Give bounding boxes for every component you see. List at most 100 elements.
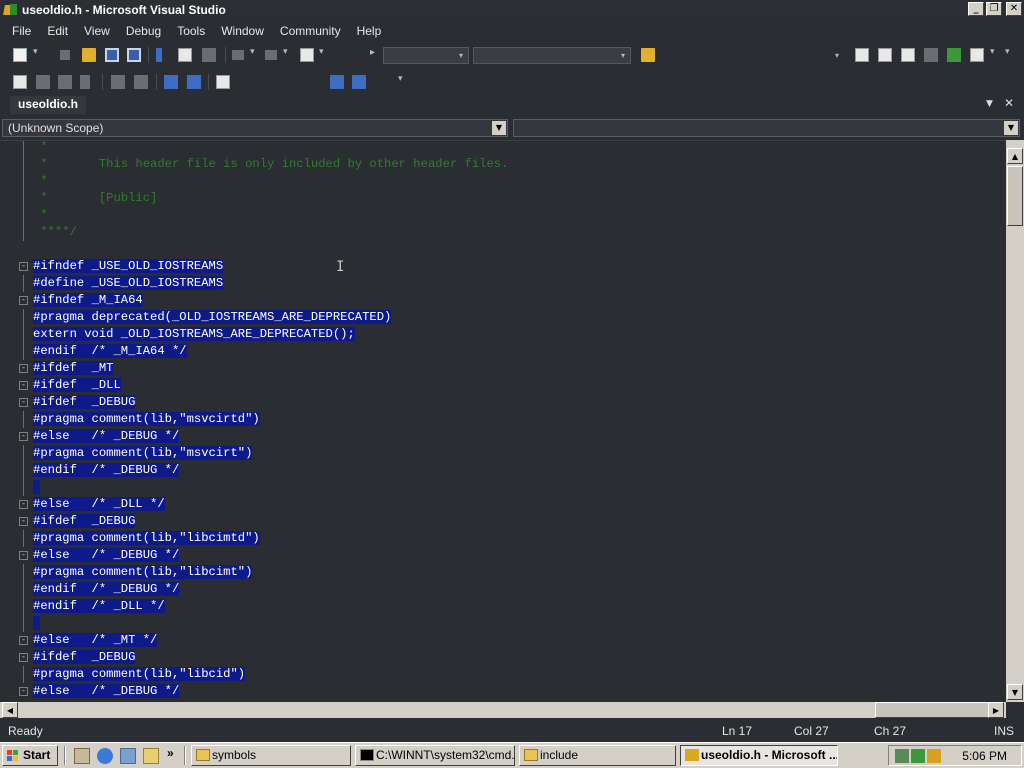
minimize-button[interactable]: _ [968, 2, 984, 16]
horizontal-scroll-thumb[interactable] [875, 702, 990, 718]
undo-icon[interactable] [232, 50, 244, 60]
code-line[interactable]: #endif /* _DEBUG */ [33, 462, 180, 479]
task-button-cmd[interactable]: C:\WINNT\system32\cmd... [355, 745, 515, 766]
show-desktop-icon[interactable] [74, 748, 90, 764]
chevron-down-icon[interactable]: ▾ [990, 47, 1004, 61]
collapse-region-icon[interactable]: - [19, 687, 28, 696]
parameter-info-icon[interactable] [36, 75, 50, 89]
code-line[interactable]: #else /* _DEBUG */ [33, 683, 180, 700]
redo-icon[interactable] [265, 50, 277, 60]
comment-line[interactable]: * [33, 141, 47, 156]
save-all-icon[interactable] [127, 48, 141, 62]
code-line[interactable]: #endif /* _M_IA64 */ [33, 343, 187, 360]
code-editor[interactable]: * * This header file is only included by… [0, 140, 1006, 702]
uncomment-lines-icon[interactable] [187, 75, 201, 89]
task-button-symbols[interactable]: symbols [191, 745, 351, 766]
complete-word-icon[interactable] [80, 75, 90, 89]
comment-line[interactable]: * [33, 173, 47, 190]
command-window-icon[interactable] [970, 48, 984, 62]
code-line[interactable]: #ifdef _MT [33, 360, 114, 377]
task-button-visual-studio[interactable]: useoldio.h - Microsoft ... [680, 745, 838, 766]
collapse-region-icon[interactable]: - [19, 500, 28, 509]
quick-info-icon[interactable] [58, 75, 72, 89]
find-combo[interactable]: ▾ [660, 47, 845, 64]
toolbar-options-icon[interactable]: ▾ [398, 74, 412, 88]
open-file-icon[interactable] [82, 48, 96, 62]
collapse-region-icon[interactable]: - [19, 262, 28, 271]
decrease-indent-icon[interactable] [111, 75, 125, 89]
scroll-right-icon[interactable]: ▶ [988, 702, 1004, 718]
internet-explorer-icon[interactable] [97, 748, 113, 764]
code-line[interactable] [33, 479, 41, 496]
class-view-icon[interactable] [924, 48, 938, 62]
code-line[interactable]: #pragma comment(lib,"libcimtd") [33, 530, 260, 547]
horizontal-scrollbar[interactable]: ◀ ▶ [0, 702, 1006, 718]
toolbar-options-icon[interactable]: ▾ [1005, 47, 1019, 61]
toolbox-icon[interactable] [901, 48, 915, 62]
code-line[interactable]: #pragma deprecated(_OLD_IOSTREAMS_ARE_DE… [33, 309, 392, 326]
menu-window[interactable]: Window [213, 24, 272, 38]
tab-useoldio[interactable]: useoldio.h [10, 96, 86, 114]
vertical-scroll-thumb[interactable] [1007, 166, 1023, 226]
collapse-region-icon[interactable]: - [19, 381, 28, 390]
active-files-dropdown-icon[interactable]: ▼ [986, 99, 993, 109]
start-page-icon[interactable] [947, 48, 961, 62]
code-line[interactable]: #ifndef _USE_OLD_IOSTREAMS [33, 258, 224, 275]
paste-icon[interactable] [202, 48, 216, 62]
increase-indent-icon[interactable] [134, 75, 148, 89]
code-line[interactable]: #ifdef _DEBUG [33, 513, 136, 530]
code-line[interactable]: #else /* _DEBUG */ [33, 547, 180, 564]
code-line[interactable]: #ifdef _DEBUG [33, 649, 136, 666]
menu-debug[interactable]: Debug [118, 24, 169, 38]
code-line[interactable]: #pragma comment(lib,"msvcirtd") [33, 411, 260, 428]
scope-combo[interactable]: (Unknown Scope) ▼ [2, 119, 508, 137]
code-line[interactable]: #else /* _DLL */ [33, 496, 165, 513]
start-button[interactable]: Start [2, 745, 58, 766]
comment-lines-icon[interactable] [164, 75, 178, 89]
code-line[interactable]: #pragma comment(lib,"msvcirt") [33, 445, 253, 462]
menu-file[interactable]: File [4, 24, 39, 38]
cut-icon[interactable] [156, 48, 162, 62]
new-project-icon[interactable] [13, 48, 27, 62]
menu-edit[interactable]: Edit [39, 24, 76, 38]
add-item-icon[interactable] [60, 50, 70, 60]
code-line[interactable]: #ifdef _DEBUG [33, 394, 136, 411]
collapse-region-icon[interactable]: - [19, 432, 28, 441]
collapse-region-icon[interactable]: - [19, 364, 28, 373]
properties-icon[interactable] [878, 48, 892, 62]
visual-studio-icon[interactable] [4, 3, 18, 17]
scroll-up-icon[interactable]: ▲ [1007, 148, 1023, 164]
comment-line[interactable]: * [33, 207, 47, 224]
comment-line[interactable]: ****/ [33, 224, 77, 241]
collapse-region-icon[interactable]: - [19, 551, 28, 560]
menu-community[interactable]: Community [272, 24, 349, 38]
code-line[interactable]: #else /* _MT */ [33, 632, 158, 649]
comment-line[interactable]: * [Public] [33, 190, 157, 207]
code-line[interactable]: #pragma comment(lib,"libcimt") [33, 564, 253, 581]
configuration-combo[interactable]: ▾ [383, 47, 469, 64]
member-list-icon[interactable] [13, 75, 27, 89]
solution-explorer-icon[interactable] [855, 48, 869, 62]
collapse-region-icon[interactable]: - [19, 636, 28, 645]
comment-line[interactable]: * This header file is only included by o… [33, 156, 508, 173]
save-icon[interactable] [105, 48, 119, 62]
title-bar[interactable]: useoldio.h - Microsoft Visual Studio _ ❐… [0, 0, 1024, 19]
vertical-scrollbar[interactable]: ▲ ▼ [1006, 140, 1024, 702]
task-button-include[interactable]: include [519, 745, 676, 766]
collapse-region-icon[interactable]: - [19, 517, 28, 526]
quick-launch-more[interactable]: » [167, 746, 174, 760]
code-line[interactable]: #pragma comment(lib,"libcid") [33, 666, 246, 683]
find-in-files-icon[interactable] [641, 48, 655, 62]
chevron-down-icon[interactable]: ▾ [319, 47, 333, 61]
toggle-bookmark-icon[interactable] [216, 75, 230, 89]
scroll-left-icon[interactable]: ◀ [2, 702, 18, 718]
code-line[interactable]: #ifndef _M_IA64 [33, 292, 143, 309]
close-document-icon[interactable]: ✕ [1004, 96, 1014, 110]
code-line[interactable] [33, 615, 41, 632]
member-combo[interactable]: ▼ [513, 119, 1020, 137]
menu-help[interactable]: Help [349, 24, 390, 38]
previous-bookmark-icon[interactable] [330, 75, 344, 89]
scroll-down-icon[interactable]: ▼ [1007, 684, 1023, 700]
volume-icon[interactable] [927, 749, 941, 763]
network-icon[interactable] [895, 749, 909, 763]
